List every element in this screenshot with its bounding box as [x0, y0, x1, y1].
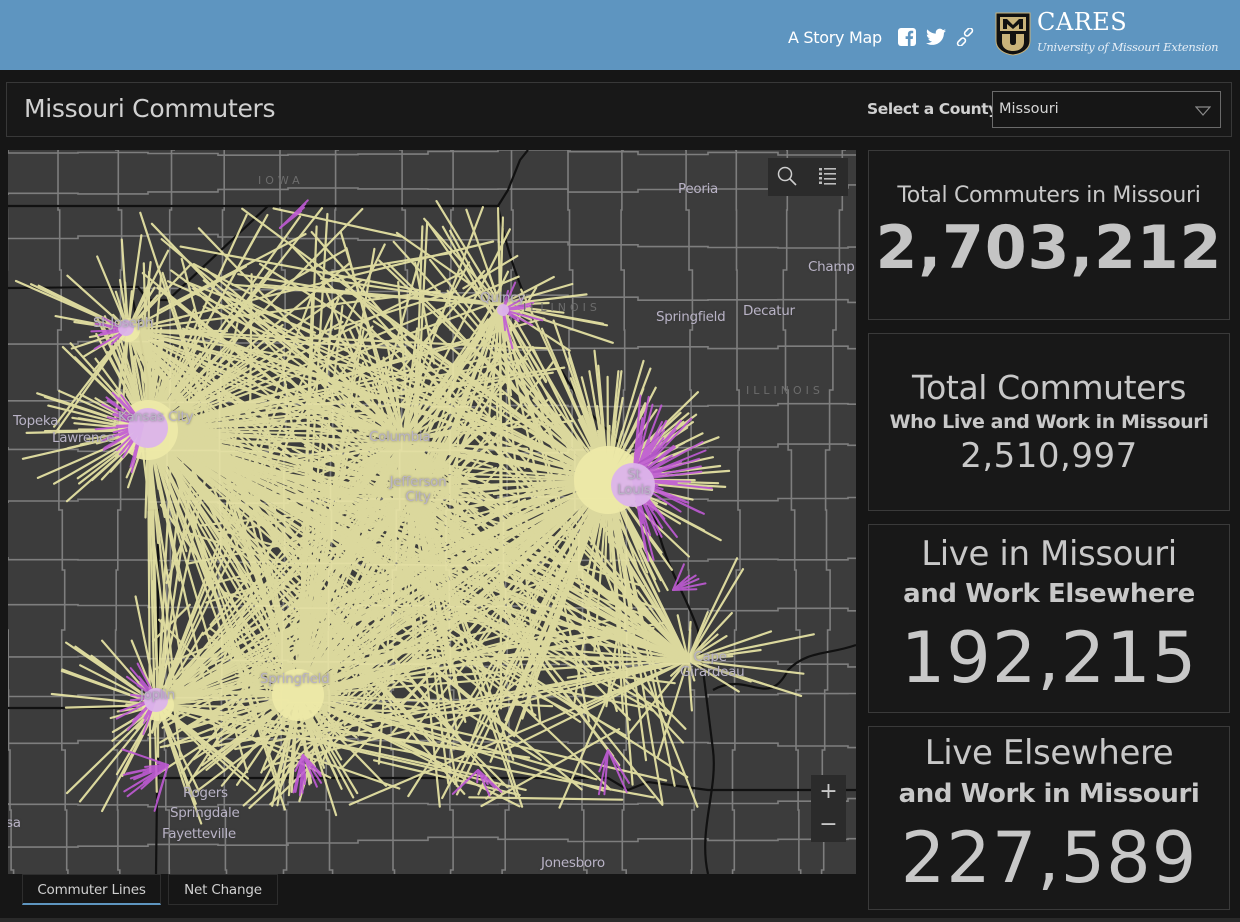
search-icon [777, 166, 797, 186]
city-label-champaign: Champ [808, 259, 855, 275]
commuter-line [495, 397, 499, 447]
map-toolbar [768, 158, 848, 196]
tab-commuter-lines[interactable]: Commuter Lines [22, 874, 161, 905]
zoom-control: + − [811, 775, 846, 842]
city-label-topeka: Topeka [13, 413, 59, 429]
state-label-illinois-south: ILLINOIS [746, 384, 824, 397]
page-title: Missouri Commuters [24, 94, 276, 123]
stat-panel-outbound: Live in Missouri and Work Elsewhere 192,… [868, 524, 1230, 713]
legend-list-icon [819, 168, 836, 185]
stat-value: 192,215 [900, 617, 1198, 699]
city-label-springdale: Springdale [170, 805, 240, 821]
city-label-springfield-mo: Springfield [260, 671, 330, 687]
county-select-value: Missouri [999, 101, 1059, 117]
twitter-icon[interactable] [926, 28, 946, 46]
city-label-rogers: Rogers [183, 785, 228, 801]
stat-title: Live in Missouri [921, 534, 1177, 574]
stat-value: 2,703,212 [875, 213, 1223, 283]
stat-subtitle: Who Live and Work in Missouri [889, 411, 1209, 433]
commuter-line [456, 484, 460, 583]
tab-net-change[interactable]: Net Change [168, 874, 278, 905]
city-label-tulsa-partial: sa [8, 815, 21, 831]
title-bar: Missouri Commuters Select a County Misso… [6, 82, 1232, 137]
commuter-line [249, 273, 253, 414]
city-label-jonesboro: Jonesboro [541, 855, 605, 871]
city-label-kansas-city: Kansas City [118, 409, 194, 425]
state-label-illinois-north: ILLINOIS [523, 301, 601, 314]
outflow-line [301, 754, 304, 794]
city-label-peoria: Peoria [678, 181, 718, 197]
state-label-iowa: IOWA [258, 174, 304, 187]
city-label-joplin: Joplin [140, 687, 176, 703]
city-label-springfield-il: Springfield [656, 309, 726, 325]
legend-button[interactable] [808, 158, 848, 196]
cares-logo-title: CARES [1037, 8, 1128, 36]
outflow-line [672, 588, 698, 591]
stat-title: Total Commuters in Missouri [897, 183, 1201, 208]
stat-panel-inbound: Live Elsewhere and Work in Missouri 227,… [868, 726, 1230, 910]
stat-title: Total Commuters [911, 368, 1186, 407]
city-label-fayetteville: Fayetteville [162, 826, 236, 842]
facebook-icon[interactable] [898, 28, 916, 46]
zoom-in-button[interactable]: + [811, 775, 846, 808]
city-label-cape-girardeau: Cape Girardeau [680, 649, 745, 680]
link-icon[interactable] [956, 27, 974, 47]
zoom-out-button[interactable]: − [811, 808, 846, 841]
search-button[interactable] [768, 158, 808, 196]
bottom-strip [0, 918, 1240, 922]
mu-shield-logo [995, 12, 1031, 56]
cares-logo-subtitle: University of Missouri Extension [1037, 40, 1219, 54]
county-select-label: Select a County [867, 100, 998, 118]
county-select[interactable]: Missouri [992, 91, 1221, 128]
stat-subtitle: and Work Elsewhere [903, 579, 1195, 609]
city-label-st-joseph: St Joseph [93, 315, 154, 331]
chevron-down-icon [1195, 106, 1211, 116]
city-label-st-louis: St Louis [617, 467, 651, 498]
city-label-lawrence: Lawrence [52, 430, 115, 446]
story-map-label: A Story Map [788, 28, 882, 47]
stat-title: Live Elsewhere [924, 733, 1174, 773]
city-label-decatur: Decatur [743, 303, 795, 319]
city-label-jefferson-city: Jefferson City [389, 474, 447, 505]
top-banner: A Story Map CARES University of Missouri… [0, 0, 1240, 70]
stat-panel-total-commuters: Total Commuters in Missouri 2,703,212 [868, 150, 1230, 320]
map-view[interactable]: IOWA ILLINOIS ILLINOIS Peoria Champ Quin… [8, 150, 856, 874]
map-canvas[interactable] [8, 150, 856, 874]
stat-value: 2,510,997 [960, 436, 1138, 476]
city-label-columbia: Columbia [369, 429, 431, 445]
stat-subtitle: and Work in Missouri [898, 779, 1200, 809]
stat-panel-live-and-work: Total Commuters Who Live and Work in Mis… [868, 333, 1230, 511]
stat-value: 227,589 [900, 817, 1198, 899]
city-label-quincy: Quincy [480, 290, 526, 306]
